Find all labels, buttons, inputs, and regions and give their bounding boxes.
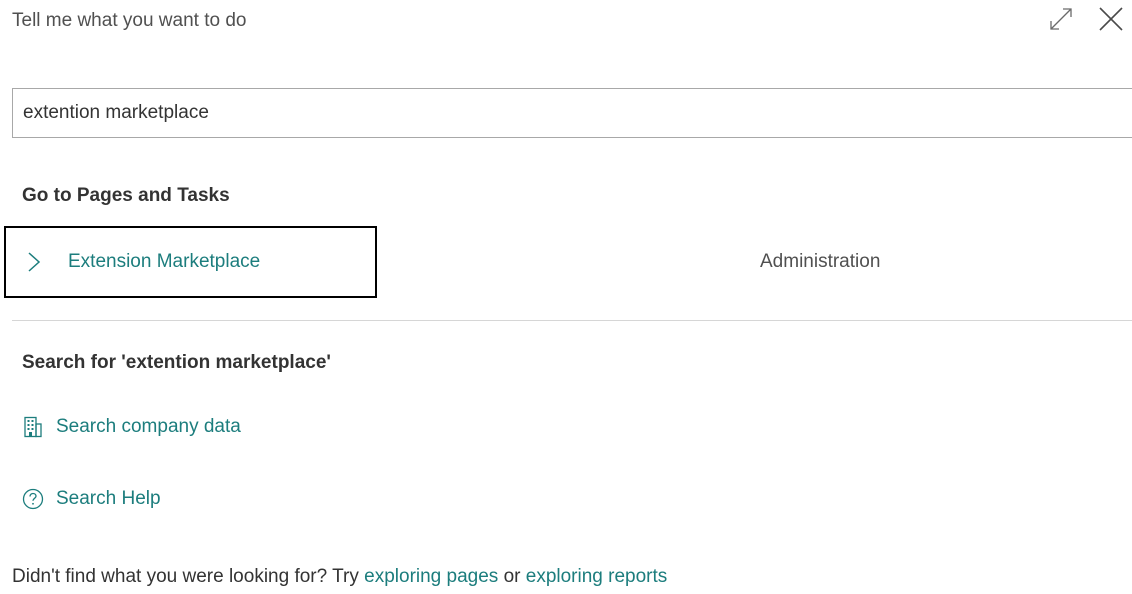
- dialog-title: Tell me what you want to do: [12, 10, 247, 31]
- section-divider: [12, 320, 1132, 321]
- building-icon: [22, 415, 44, 439]
- result-link[interactable]: Extension Marketplace: [68, 249, 260, 275]
- search-section-heading: Search for 'extention marketplace': [22, 352, 331, 373]
- footer-prefix: Didn't find what you were looking for? T…: [12, 566, 365, 587]
- footer-hint: Didn't find what you were looking for? T…: [12, 564, 667, 590]
- help-circle-icon: [22, 487, 44, 511]
- search-help-label: Search Help: [56, 488, 161, 509]
- expand-icon[interactable]: [1046, 4, 1076, 34]
- search-input[interactable]: [12, 88, 1132, 138]
- tell-me-dialog: Tell me what you want to do Go to Pages …: [0, 0, 1132, 594]
- result-row-extension-marketplace[interactable]: Extension Marketplace Administration: [4, 226, 1132, 298]
- search-company-data-label: Search company data: [56, 416, 241, 437]
- window-controls: [1046, 4, 1126, 34]
- exploring-reports-link[interactable]: exploring reports: [526, 566, 668, 587]
- exploring-pages-link[interactable]: exploring pages: [364, 566, 498, 587]
- result-category: Administration: [760, 251, 881, 272]
- chevron-right-icon: [28, 252, 41, 272]
- close-icon[interactable]: [1096, 4, 1126, 34]
- search-help-button[interactable]: Search Help: [22, 486, 161, 512]
- search-company-data-button[interactable]: Search company data: [22, 414, 241, 440]
- footer-middle: or: [498, 566, 526, 587]
- pages-section-heading: Go to Pages and Tasks: [22, 185, 230, 206]
